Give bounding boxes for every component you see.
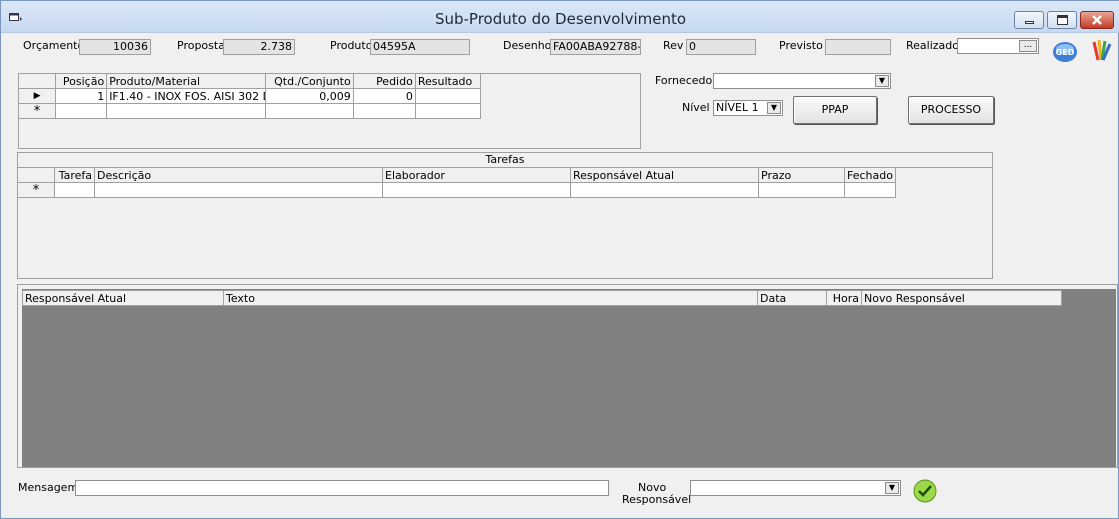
- column-header-responsavel-atual[interactable]: Responsável Atual: [570, 167, 759, 183]
- chevron-down-icon[interactable]: ▼: [875, 75, 889, 87]
- novo-responsavel-select[interactable]: ▼: [690, 480, 901, 496]
- rev-label: Rev: [663, 39, 684, 52]
- row-selector-header: [17, 73, 57, 89]
- ged-icon-label: GED: [1056, 48, 1075, 57]
- processo-button[interactable]: PROCESSO: [908, 96, 994, 124]
- minimize-button[interactable]: [1014, 11, 1044, 29]
- new-cell[interactable]: [844, 182, 896, 198]
- tarefas-title: Tarefas: [18, 153, 992, 168]
- column-header-fechado[interactable]: Fechado: [844, 167, 896, 183]
- orcamento-label: Orçamento: [23, 39, 85, 52]
- tarefas-header-row: Tarefa Descrição Elaborador Responsável …: [17, 167, 896, 183]
- realizado-field[interactable]: ...: [957, 38, 1039, 54]
- new-cell[interactable]: [570, 182, 759, 198]
- new-row[interactable]: *: [17, 182, 896, 198]
- main-window: Sub-Produto do Desenvolvimento Orçamento…: [0, 0, 1119, 519]
- history-grid[interactable]: [22, 289, 1116, 467]
- desenho-label: Desenho: [503, 39, 552, 52]
- column-header-tarefa[interactable]: Tarefa: [54, 167, 95, 183]
- produto-field[interactable]: 04595A: [370, 39, 470, 55]
- mensagem-input[interactable]: [75, 480, 609, 496]
- close-icon: [1092, 15, 1102, 25]
- column-header-texto[interactable]: Texto: [223, 290, 758, 306]
- cell-qtd[interactable]: 0,009: [264, 88, 354, 104]
- ged-icon[interactable]: GED: [1052, 40, 1078, 64]
- tarefas-table[interactable]: Tarefa Descrição Elaborador Responsável …: [17, 167, 896, 198]
- column-header-prazo[interactable]: Prazo: [758, 167, 845, 183]
- column-header-hora[interactable]: Hora: [826, 290, 862, 306]
- new-cell[interactable]: [264, 103, 354, 119]
- close-button[interactable]: [1080, 11, 1114, 29]
- nivel-value: NÍVEL 1: [716, 101, 759, 114]
- column-header-produto[interactable]: Produto/Material: [106, 73, 266, 89]
- fornecedor-select[interactable]: ▼: [713, 73, 891, 89]
- column-header-responsavel-atual[interactable]: Responsável Atual: [22, 290, 224, 306]
- cell-resultado[interactable]: [414, 88, 482, 104]
- novo-responsavel-label-2: Responsável: [622, 493, 692, 506]
- nivel-label: Nível: [682, 101, 710, 114]
- realizado-label: Realizado: [906, 39, 959, 52]
- previsto-label: Previsto: [779, 39, 823, 52]
- chevron-down-icon[interactable]: ▼: [767, 102, 781, 114]
- previsto-field[interactable]: [825, 39, 891, 55]
- new-cell[interactable]: [758, 182, 845, 198]
- desenho-field[interactable]: FA00ABA92788-A: [550, 39, 641, 55]
- column-header-resultado[interactable]: Resultado: [414, 73, 482, 89]
- column-header-novo-responsavel[interactable]: Novo Responsável: [861, 290, 1062, 306]
- cell-produto[interactable]: IF1.40 - INOX FOS. AISI 302 D: [106, 88, 266, 104]
- column-header-descricao[interactable]: Descrição: [94, 167, 383, 183]
- new-cell[interactable]: [106, 103, 266, 119]
- chevron-down-icon[interactable]: ▼: [885, 482, 899, 494]
- minimize-icon: [1025, 21, 1034, 24]
- materials-table[interactable]: Posição Produto/Material Qtd./Conjunto P…: [17, 73, 482, 119]
- produto-label: Produto: [330, 39, 373, 52]
- new-cell[interactable]: [352, 103, 416, 119]
- new-cell[interactable]: [94, 182, 383, 198]
- new-row-icon[interactable]: *: [17, 182, 55, 198]
- new-cell[interactable]: [382, 182, 571, 198]
- current-row-icon[interactable]: ▶: [17, 88, 57, 104]
- nivel-select[interactable]: NÍVEL 1 ▼: [713, 100, 783, 116]
- new-cell[interactable]: [54, 182, 95, 198]
- confirm-check-icon[interactable]: [912, 479, 938, 503]
- history-header-row: Responsável Atual Texto Data Hora Novo R…: [22, 290, 1062, 306]
- orcamento-field[interactable]: 10036: [79, 39, 151, 55]
- row-selector-header: [17, 167, 55, 183]
- proposta-field[interactable]: 2.738: [223, 39, 295, 55]
- maximize-icon: [1057, 15, 1068, 25]
- ppap-button[interactable]: PPAP: [793, 96, 877, 124]
- column-header-qtd[interactable]: Qtd./Conjunto: [264, 73, 354, 89]
- new-cell[interactable]: [55, 103, 108, 119]
- mensagem-label: Mensagem: [18, 481, 79, 494]
- rev-field[interactable]: 0: [686, 39, 756, 55]
- history-header: Responsável Atual Texto Data Hora Novo R…: [22, 290, 1062, 306]
- title-bar: Sub-Produto do Desenvolvimento: [1, 1, 1119, 33]
- maximize-button[interactable]: [1047, 11, 1077, 29]
- fornecedor-label: Fornecedor: [655, 74, 717, 87]
- cell-pedido[interactable]: 0: [352, 88, 416, 104]
- column-header-data[interactable]: Data: [757, 290, 827, 306]
- column-header-elaborador[interactable]: Elaborador: [382, 167, 571, 183]
- materials-header-row: Posição Produto/Material Qtd./Conjunto P…: [17, 73, 482, 89]
- cell-posicao[interactable]: 1: [55, 88, 108, 104]
- column-header-pedido[interactable]: Pedido: [352, 73, 416, 89]
- new-row-icon[interactable]: *: [17, 103, 57, 119]
- column-header-posicao[interactable]: Posição: [55, 73, 108, 89]
- new-cell[interactable]: [414, 103, 482, 119]
- new-row[interactable]: *: [17, 103, 482, 119]
- table-row[interactable]: ▶ 1 IF1.40 - INOX FOS. AISI 302 D 0,009 …: [17, 88, 482, 104]
- realizado-picker-button[interactable]: ...: [1019, 40, 1037, 52]
- window-title: Sub-Produto do Desenvolvimento: [434, 10, 687, 28]
- proposta-label: Proposta: [177, 39, 225, 52]
- pencils-icon[interactable]: [1090, 38, 1112, 64]
